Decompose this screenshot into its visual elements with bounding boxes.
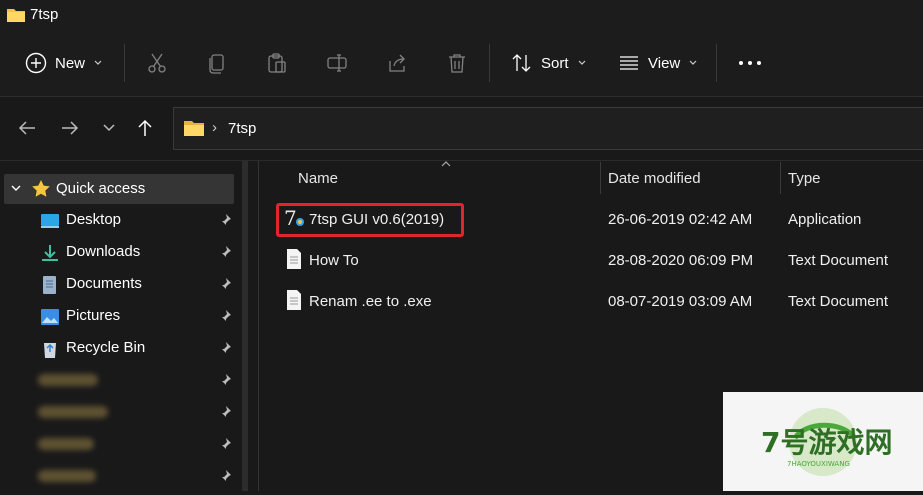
view-button-label: View	[648, 54, 681, 72]
folder-icon	[184, 121, 204, 136]
column-header-type[interactable]: Type	[788, 170, 821, 187]
sidebar-item-label: Desktop	[66, 211, 122, 228]
file-date: 08-07-2019 03:09 AM	[608, 293, 753, 310]
pin-icon[interactable]	[218, 277, 232, 291]
sidebar-item-documents[interactable]: Documents	[0, 269, 236, 299]
sort-ascending-icon	[441, 161, 451, 167]
file-date: 28-08-2020 06:09 PM	[608, 252, 754, 269]
breadcrumb-separator: ›	[212, 119, 217, 136]
pictures-icon	[41, 309, 59, 325]
pin-icon[interactable]	[218, 469, 232, 483]
delete-icon[interactable]	[446, 52, 468, 74]
rename-icon[interactable]	[326, 52, 348, 74]
recent-locations-chevron-icon[interactable]	[102, 123, 116, 133]
folder-icon	[7, 9, 25, 22]
sidebar-item-blurred[interactable]	[0, 397, 236, 427]
sidebar-item-pictures[interactable]: Pictures	[0, 301, 236, 331]
documents-icon	[43, 276, 56, 294]
new-button-label: New	[55, 54, 86, 72]
more-options-icon[interactable]	[738, 58, 762, 68]
column-header-name[interactable]: Name	[298, 170, 338, 187]
pin-icon[interactable]	[218, 309, 232, 323]
pin-icon[interactable]	[218, 245, 232, 259]
share-icon[interactable]	[386, 52, 408, 74]
sort-button-label: Sort	[541, 54, 569, 72]
pin-icon[interactable]	[218, 341, 232, 355]
column-header-date-modified[interactable]: Date modified	[608, 170, 701, 187]
cut-icon[interactable]	[146, 52, 168, 74]
copy-icon[interactable]	[206, 52, 228, 74]
pin-icon[interactable]	[218, 213, 232, 227]
new-button[interactable]: New	[25, 52, 103, 74]
pin-icon[interactable]	[218, 373, 232, 387]
sort-button[interactable]: Sort	[511, 53, 587, 73]
paste-icon[interactable]	[266, 52, 288, 74]
pin-icon[interactable]	[218, 437, 232, 451]
sidebar-header-label: Quick access	[56, 180, 146, 197]
sidebar-item-desktop[interactable]: Desktop	[0, 205, 236, 235]
downloads-icon	[42, 245, 58, 261]
star-icon	[32, 180, 50, 197]
file-date: 26-06-2019 02:42 AM	[608, 211, 753, 228]
text-document-icon	[287, 290, 301, 310]
watermark-logo: 7号游戏网 7HAOYOUXIWANG	[723, 392, 923, 491]
view-icon	[620, 56, 638, 70]
watermark-brand: 7号游戏网	[761, 426, 892, 459]
window-title: 7tsp	[30, 6, 59, 23]
chevron-down-icon	[578, 60, 585, 65]
pin-icon[interactable]	[218, 405, 232, 419]
sidebar-scrollbar[interactable]	[242, 161, 248, 491]
sidebar-item-label: Pictures	[66, 307, 121, 324]
file-name: Renam .ee to .exe	[309, 293, 432, 310]
pane-splitter[interactable]	[258, 161, 259, 491]
sort-icon	[512, 54, 531, 72]
file-type: Application	[788, 211, 862, 228]
recycle-bin-icon	[44, 343, 56, 358]
plus-circle-icon	[25, 52, 47, 74]
sidebar-item-label: Documents	[66, 275, 142, 292]
chevron-down-icon	[689, 60, 697, 65]
highlight-box	[276, 203, 464, 237]
title-bar	[0, 0, 923, 32]
file-row[interactable]: Renam .ee to .exe 08-07-2019 03:09 AM Te…	[276, 283, 923, 321]
sidebar-item-label: Downloads	[66, 243, 141, 260]
file-name: How To	[309, 252, 359, 269]
chevron-down-icon[interactable]	[10, 184, 22, 194]
sidebar-item-blurred[interactable]	[0, 461, 236, 491]
sidebar-item-blurred[interactable]	[0, 429, 236, 459]
file-type: Text Document	[788, 293, 889, 310]
chevron-down-icon	[94, 60, 102, 65]
sidebar-item-recycle-bin[interactable]: Recycle Bin	[0, 333, 236, 363]
address-bar[interactable]	[173, 107, 923, 150]
sidebar-item-label: Recycle Bin	[66, 339, 146, 356]
sidebar-item-downloads[interactable]: Downloads	[0, 237, 236, 267]
file-type: Text Document	[788, 252, 889, 269]
back-arrow-icon[interactable]	[17, 119, 37, 137]
up-arrow-icon[interactable]	[136, 118, 154, 138]
sidebar-item-blurred[interactable]	[0, 365, 236, 395]
file-row[interactable]: How To 28-08-2020 06:09 PM Text Document	[276, 242, 923, 280]
forward-arrow-icon[interactable]	[60, 119, 80, 137]
text-document-icon	[287, 249, 301, 269]
view-button[interactable]: View	[618, 53, 698, 73]
breadcrumb-item[interactable]: 7tsp	[228, 120, 256, 137]
desktop-icon	[41, 214, 59, 228]
watermark-sub: 7HAOYOUXIWANG	[787, 460, 850, 468]
